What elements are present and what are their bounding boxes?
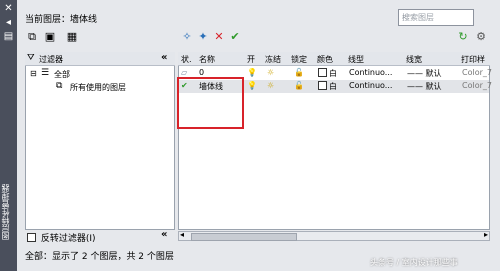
layer-plotstyle: Color_7 — [462, 68, 492, 77]
tree-item-used-layers[interactable]: 所有使用的图层 — [70, 82, 126, 93]
invert-filter-label: 反转过滤器(I) — [40, 234, 96, 244]
bulb-on-icon[interactable]: 💡 — [247, 68, 257, 77]
watermark: 头条号 / 室内设计那些事 — [370, 258, 458, 267]
layer-states-icon[interactable]: ▦ — [65, 30, 79, 44]
layer-plotstyle: Color_7 — [462, 81, 492, 90]
color-swatch — [318, 81, 327, 90]
layer-color[interactable]: 白 — [318, 81, 337, 92]
settings-icon[interactable]: ⚙ — [474, 30, 488, 44]
tree-expander-all[interactable]: ⊟ — [30, 69, 37, 78]
col-status[interactable]: 状. — [181, 54, 192, 65]
layer-color[interactable]: 白 — [318, 68, 337, 79]
unlock-icon[interactable]: 🔓 — [294, 81, 304, 90]
collapse-icon[interactable]: « — [161, 229, 167, 240]
color-swatch — [318, 68, 327, 77]
status-bar-text: 全部：显示了 2 个图层，共 2 个图层 — [25, 252, 174, 262]
bulb-on-icon[interactable]: 💡 — [247, 81, 257, 90]
layer-lineweight[interactable]: —— 默认 — [407, 68, 442, 79]
layer-icon: ▱ — [181, 68, 188, 77]
collapse-filter-pane-icon[interactable]: « — [161, 52, 167, 63]
col-lineweight[interactable]: 线宽 — [406, 54, 422, 65]
filter-title: 过滤器 — [39, 55, 63, 64]
layer-lineweight[interactable]: —— 默认 — [407, 81, 442, 92]
layer-list-header: 状. 名称 开 冻结 锁定 颜色 线型 线宽 打印样 — [178, 52, 490, 66]
col-on[interactable]: 开 — [247, 54, 255, 65]
col-freeze[interactable]: 冻结 — [265, 54, 281, 65]
col-lock[interactable]: 锁定 — [291, 54, 307, 65]
delete-layer-icon[interactable]: ✕ — [212, 30, 226, 44]
layer-linetype[interactable]: Continuo... — [349, 68, 392, 77]
filter-icon: ⛛ — [27, 53, 35, 63]
scroll-left-icon[interactable]: ◂ — [180, 230, 184, 239]
filter-tree — [25, 52, 175, 230]
set-current-icon[interactable]: ✔ — [228, 30, 242, 44]
scroll-thumb[interactable] — [191, 233, 297, 241]
col-plotstyle[interactable]: 打印样 — [461, 54, 485, 65]
properties-icon[interactable]: ▤ — [3, 31, 14, 42]
refresh-icon[interactable]: ↻ — [456, 30, 470, 44]
new-filter-icon[interactable]: ⧉ — [25, 30, 39, 44]
tree-item-all[interactable]: 全部 — [54, 69, 70, 80]
col-linetype[interactable]: 线型 — [348, 54, 364, 65]
palette-title-strip: ✕ ◂ ▤ 图层特性管理器 — [0, 0, 17, 271]
new-group-filter-icon[interactable]: ▣ — [43, 30, 57, 44]
layer-name[interactable]: 0 — [199, 68, 204, 77]
layers-filter-icon: ⧉ — [56, 81, 63, 91]
highlight-box — [177, 77, 244, 129]
checkbox[interactable] — [27, 233, 36, 242]
auto-hide-icon[interactable]: ◂ — [3, 17, 14, 28]
col-color[interactable]: 颜色 — [317, 54, 333, 65]
filter-tree-header: ⛛ 过滤器 « — [25, 52, 175, 66]
sun-thaw-icon[interactable]: ☼ — [267, 81, 274, 90]
layers-stack-icon: ☰ — [41, 68, 50, 78]
new-layer-vp-frozen-icon[interactable]: ✦ — [196, 30, 210, 44]
new-layer-icon[interactable]: ✧ — [180, 30, 194, 44]
invert-filter-checkbox[interactable]: 反转过滤器(I) « — [25, 229, 175, 244]
current-layer-label: 当前图层：墙体线 — [25, 15, 98, 25]
search-icon: ⌕ — [402, 12, 407, 21]
scroll-right-icon[interactable]: ▸ — [484, 230, 488, 239]
search-layer-input[interactable]: 搜索图层 ⌕ — [398, 9, 474, 26]
close-icon[interactable]: ✕ — [3, 3, 14, 14]
sun-thaw-icon[interactable]: ☼ — [267, 68, 274, 77]
horizontal-scrollbar[interactable]: ◂ ▸ — [178, 230, 490, 241]
unlock-icon[interactable]: 🔓 — [294, 68, 304, 77]
palette-title: 图层特性管理器 — [1, 184, 10, 240]
layer-linetype[interactable]: Continuo... — [349, 81, 392, 90]
col-name[interactable]: 名称 — [199, 54, 215, 65]
